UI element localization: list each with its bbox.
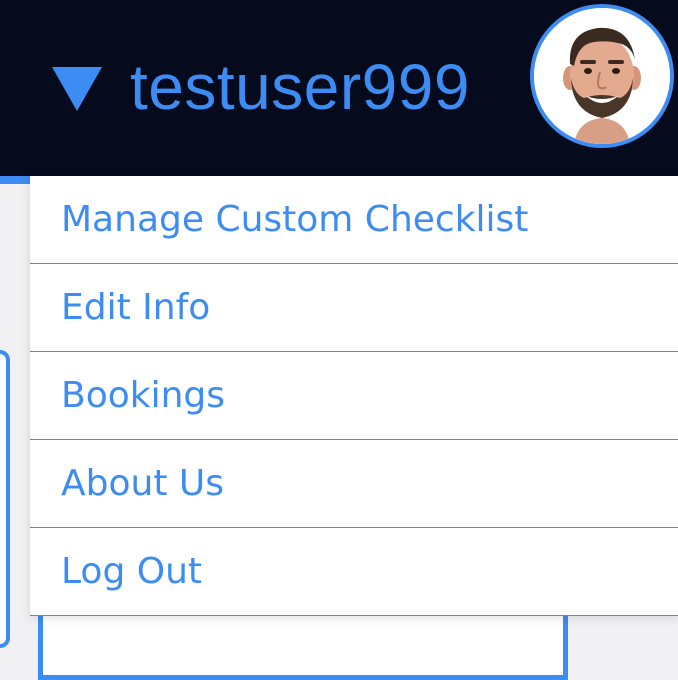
user-menu-toggle[interactable]: testuser999: [52, 42, 470, 132]
menu-item-edit-info[interactable]: Edit Info: [30, 264, 678, 352]
page-accent-bar: [0, 176, 30, 184]
top-navbar: testuser999: [0, 0, 678, 176]
menu-item-about-us[interactable]: About Us: [30, 440, 678, 528]
menu-item-log-out[interactable]: Log Out: [30, 528, 678, 616]
username-label[interactable]: testuser999: [130, 55, 470, 119]
background-panel: [0, 350, 10, 648]
menu-item-bookings[interactable]: Bookings: [30, 352, 678, 440]
caret-down-icon[interactable]: [52, 67, 102, 111]
user-dropdown-menu: Manage Custom Checklist Edit Info Bookin…: [30, 176, 678, 616]
user-avatar[interactable]: [530, 4, 674, 148]
menu-item-manage-custom-checklist[interactable]: Manage Custom Checklist: [30, 176, 678, 264]
avatar-face-icon: [534, 8, 670, 144]
